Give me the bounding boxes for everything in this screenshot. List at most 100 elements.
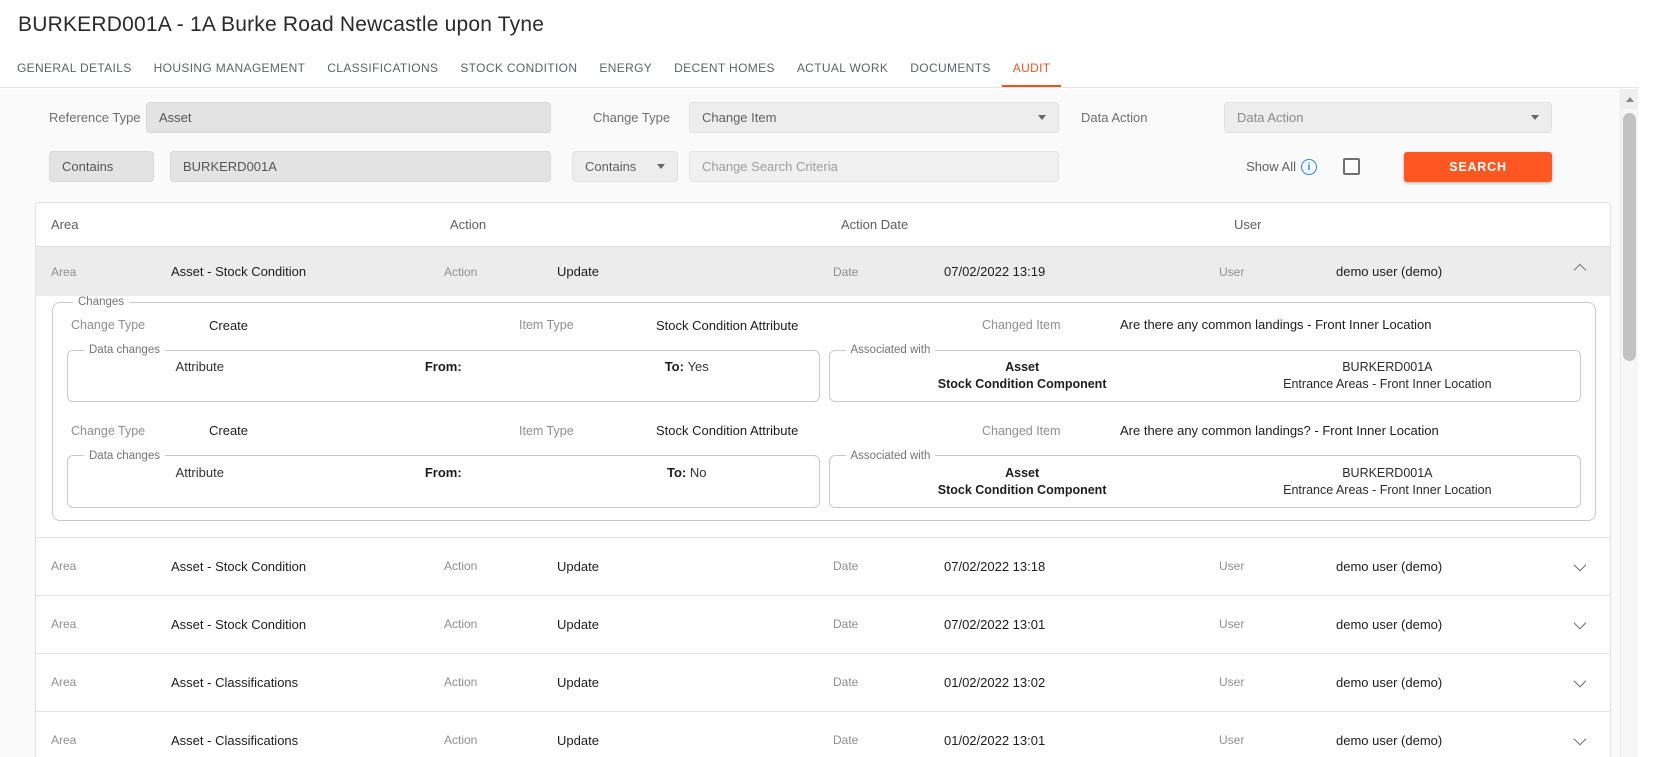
tab-stock-condition[interactable]: STOCK CONDITION: [449, 50, 588, 87]
change-operator-value: Contains: [585, 159, 636, 174]
change-search-input[interactable]: [689, 151, 1059, 182]
item-type-label: Item Type: [519, 424, 656, 438]
row-action-value: Update: [557, 617, 833, 632]
changed-item-value: Are there any common landings? - Front I…: [1120, 422, 1458, 440]
chevron-down-icon: [1573, 674, 1586, 687]
to-field: To: No: [565, 465, 809, 480]
chevron-down-icon: [657, 164, 665, 169]
associated-right-line-2: Entrance Areas - Front Inner Location: [1205, 482, 1570, 499]
audit-row[interactable]: Area Asset - Stock Condition Action Upda…: [36, 537, 1610, 595]
row-date-value: 01/02/2022 13:01: [944, 733, 1219, 748]
tab-documents[interactable]: DOCUMENTS: [899, 50, 1001, 87]
audit-row[interactable]: Area Asset - Classifications Action Upda…: [36, 711, 1610, 757]
to-label: To:: [665, 359, 684, 374]
tab-housing-management[interactable]: HOUSING MANAGEMENT: [143, 50, 317, 87]
row-area-label: Area: [51, 733, 171, 747]
show-all-checkbox[interactable]: [1343, 158, 1360, 175]
row-user-value: demo user (demo): [1336, 559, 1558, 574]
expand-row-button[interactable]: [1558, 654, 1598, 711]
row-user-label: User: [1219, 617, 1336, 631]
row-area-label: Area: [51, 675, 171, 689]
audit-content: Reference Type Asset Change Type Change …: [0, 89, 1620, 757]
associated-right-line-2: Entrance Areas - Front Inner Location: [1205, 376, 1570, 393]
audit-table: Area Action Action Date User Area Asset …: [35, 202, 1611, 757]
info-icon[interactable]: i: [1301, 159, 1317, 175]
row-user-label: User: [1219, 733, 1336, 747]
change-type-select[interactable]: Change Item: [689, 102, 1059, 133]
reference-type-input[interactable]: Asset: [146, 102, 551, 133]
search-button[interactable]: SEARCH: [1404, 152, 1552, 182]
associated-right-line-1: BURKERD001A: [1205, 465, 1570, 482]
column-header-user: User: [1234, 217, 1610, 232]
row-date-value: 07/02/2022 13:19: [944, 264, 1219, 279]
reference-operator-value: Contains: [62, 159, 113, 174]
row-user-value: demo user (demo): [1336, 733, 1558, 748]
reference-search-value: BURKERD001A: [183, 159, 277, 174]
data-action-select[interactable]: Data Action: [1224, 102, 1552, 133]
item-type-value: Stock Condition Attribute: [656, 318, 982, 333]
reference-search-input[interactable]: BURKERD001A: [170, 151, 551, 182]
row-action-label: Action: [444, 675, 557, 689]
audit-row[interactable]: Area Asset - Classifications Action Upda…: [36, 653, 1610, 711]
collapse-row-button[interactable]: [1558, 247, 1598, 296]
row-area-label: Area: [51, 265, 171, 279]
vertical-scrollbar[interactable]: [1620, 89, 1638, 757]
reference-operator-select[interactable]: Contains: [49, 151, 154, 182]
item-type-value: Stock Condition Attribute: [656, 423, 982, 438]
data-changes-legend: Data changes: [84, 344, 165, 356]
row-user-value: demo user (demo): [1336, 675, 1558, 690]
row-area-label: Area: [51, 617, 171, 631]
associated-left-line-1: Asset: [840, 465, 1205, 482]
change-entry-detail: Data changes Attribute From: To: No Asso…: [67, 450, 1581, 508]
row-action-label: Action: [444, 559, 557, 573]
chevron-down-icon: [1531, 115, 1539, 120]
associated-entity-value: BURKERD001A Entrance Areas - Front Inner…: [1205, 465, 1570, 499]
change-type-value: Create: [209, 318, 519, 333]
data-changes-row: Attribute From: To: Yes: [78, 356, 809, 374]
column-header-action-date: Action Date: [841, 217, 1234, 232]
column-header-action: Action: [450, 217, 841, 232]
expand-row-button[interactable]: [1558, 712, 1598, 757]
from-field: From:: [322, 359, 566, 374]
chevron-up-icon: [1573, 264, 1586, 277]
associated-with-legend: Associated with: [846, 344, 936, 356]
associated-with-row: Asset Stock Condition Component BURKERD0…: [840, 462, 1571, 499]
tab-audit[interactable]: AUDIT: [1002, 50, 1062, 87]
expand-row-button[interactable]: [1558, 538, 1598, 595]
row-user-value: demo user (demo): [1336, 264, 1558, 279]
row-date-value: 07/02/2022 13:18: [944, 559, 1219, 574]
expand-row-button[interactable]: [1558, 596, 1598, 653]
row-action-value: Update: [557, 733, 833, 748]
attribute-label: Attribute: [78, 359, 322, 374]
associated-with-panel: Associated with Asset Stock Condition Co…: [829, 450, 1582, 508]
row-date-label: Date: [833, 675, 944, 689]
tab-classifications[interactable]: CLASSIFICATIONS: [316, 50, 449, 87]
item-type-label: Item Type: [519, 318, 656, 332]
changed-item-label: Changed Item: [982, 318, 1120, 332]
row-date-label: Date: [833, 265, 944, 279]
from-field: From:: [322, 465, 566, 480]
changed-item-label: Changed Item: [982, 424, 1120, 438]
scroll-up-button[interactable]: [1621, 89, 1638, 109]
to-value: No: [690, 465, 707, 480]
tab-energy[interactable]: ENERGY: [588, 50, 663, 87]
filter-row-2: Contains BURKERD001A Contains Show All i…: [49, 151, 1552, 182]
associated-left-line-2: Stock Condition Component: [840, 482, 1205, 499]
data-changes-panel: Data changes Attribute From: To: No: [67, 450, 820, 508]
change-operator-select[interactable]: Contains: [572, 151, 678, 182]
chevron-down-icon: [1038, 115, 1046, 120]
tab-decent-homes[interactable]: DECENT HOMES: [663, 50, 786, 87]
associated-with-panel: Associated with Asset Stock Condition Co…: [829, 344, 1582, 402]
change-entry: Change Type Create Item Type Stock Condi…: [67, 414, 1581, 508]
tab-general-details[interactable]: GENERAL DETAILS: [6, 50, 143, 87]
scrollbar-thumb[interactable]: [1623, 113, 1636, 361]
data-action-label: Data Action: [1081, 110, 1224, 125]
tab-bar: GENERAL DETAILS HOUSING MANAGEMENT CLASS…: [0, 50, 1639, 88]
row-user-label: User: [1219, 559, 1336, 573]
change-type-label: Change Type: [71, 318, 209, 332]
row-date-label: Date: [833, 733, 944, 747]
audit-row[interactable]: Area Asset - Stock Condition Action Upda…: [36, 595, 1610, 653]
audit-row-summary[interactable]: Area Asset - Stock Condition Action Upda…: [36, 247, 1610, 296]
row-user-label: User: [1219, 675, 1336, 689]
tab-actual-work[interactable]: ACTUAL WORK: [786, 50, 899, 87]
